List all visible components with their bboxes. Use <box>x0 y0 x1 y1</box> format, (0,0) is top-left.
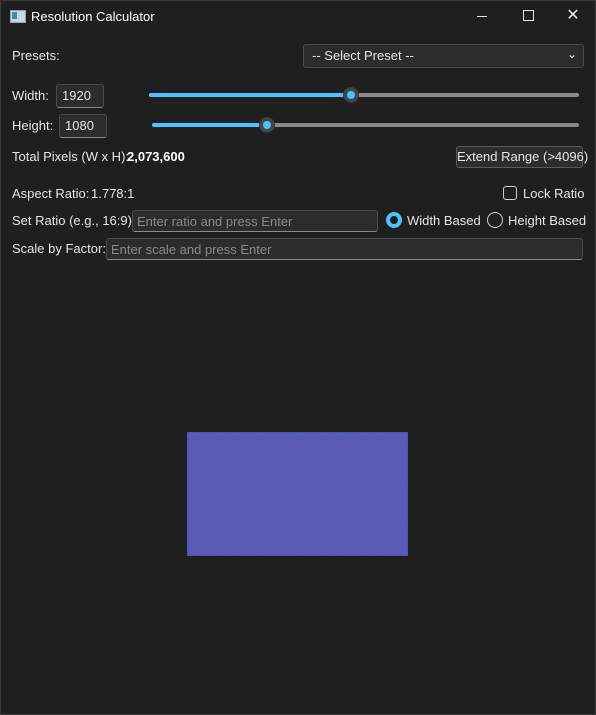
close-icon: ✕ <box>566 7 580 24</box>
minimize-button[interactable] <box>459 1 505 32</box>
width-slider[interactable] <box>149 93 579 97</box>
height-value: 1080 <box>65 118 94 133</box>
total-pixels-value: 2,073,600 <box>127 149 185 164</box>
aspect-ratio-value: 1.778:1 <box>91 186 135 201</box>
ratio-input[interactable] <box>133 211 377 231</box>
app-icon <box>10 10 26 23</box>
lock-ratio-label: Lock Ratio <box>523 186 585 201</box>
extend-range-button[interactable]: Extend Range (>4096) <box>456 146 588 168</box>
width-based-label: Width Based <box>407 213 481 228</box>
scale-label: Scale by Factor: <box>12 241 106 256</box>
width-input[interactable]: 1920 <box>56 84 104 108</box>
height-based-radio[interactable] <box>487 212 503 228</box>
width-based-radio[interactable] <box>386 212 402 228</box>
height-slider[interactable] <box>152 123 579 127</box>
width-value: 1920 <box>62 88 91 103</box>
height-slider-fill <box>152 123 267 127</box>
height-label: Height: <box>12 118 54 133</box>
ratio-field[interactable] <box>132 210 378 232</box>
maximize-button[interactable] <box>505 1 551 32</box>
set-ratio-label: Set Ratio (e.g., 16:9): <box>12 213 136 228</box>
height-slider-handle[interactable] <box>259 117 275 133</box>
aspect-ratio-label: Aspect Ratio: <box>12 186 90 201</box>
total-pixels-label: Total Pixels (W x H): <box>12 149 130 164</box>
scale-field[interactable] <box>106 238 583 260</box>
height-based-label: Height Based <box>508 213 587 228</box>
resolution-preview-rectangle <box>187 432 408 556</box>
preset-dropdown[interactable]: -- Select Preset -- ⌄ <box>303 44 584 68</box>
scale-input[interactable] <box>107 239 582 259</box>
presets-label: Presets: <box>12 48 60 63</box>
close-button[interactable]: ✕ <box>550 1 596 32</box>
height-input[interactable]: 1080 <box>59 114 107 138</box>
lock-ratio-checkbox[interactable] <box>503 186 517 200</box>
width-label: Width: <box>12 88 49 103</box>
minimize-icon <box>477 16 487 17</box>
window-title: Resolution Calculator <box>31 9 155 24</box>
width-slider-fill <box>149 93 351 97</box>
width-slider-handle[interactable] <box>343 87 359 103</box>
app-window: Resolution Calculator ✕ Presets: -- Sele… <box>0 0 596 715</box>
maximize-icon <box>523 10 534 21</box>
title-bar: Resolution Calculator ✕ <box>1 1 595 32</box>
preset-selected-value: -- Select Preset -- <box>312 48 414 63</box>
chevron-down-icon: ⌄ <box>566 47 577 61</box>
